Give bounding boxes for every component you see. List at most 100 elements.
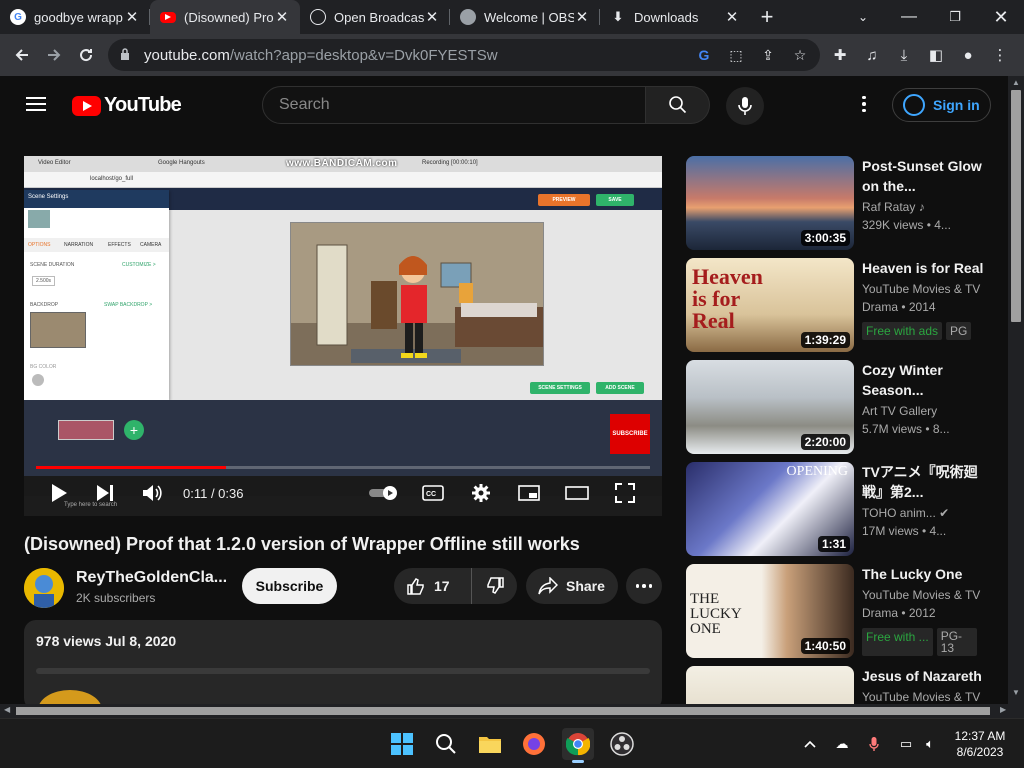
channel-avatar[interactable]	[24, 568, 64, 608]
video-progress-bar[interactable]	[36, 466, 650, 469]
taskbar-search-icon[interactable]	[430, 728, 462, 760]
dislike-button[interactable]	[472, 568, 517, 604]
obs-taskbar-icon[interactable]	[606, 728, 638, 760]
description-box[interactable]: 978 views Jul 8, 2020	[24, 620, 662, 704]
related-channel[interactable]: YouTube Movies & TV	[862, 282, 984, 296]
close-tab-icon[interactable]: ✕	[274, 8, 290, 26]
vertical-scrollbar[interactable]: ▲ ▼	[1008, 76, 1024, 704]
related-video[interactable]: 2:20:00 Cozy Winter Season... Art TV Gal…	[686, 360, 986, 454]
display-icon[interactable]: ▭	[896, 734, 916, 754]
autoplay-toggle[interactable]	[368, 480, 402, 506]
browser-tab-obs[interactable]: Open Broadcast ✕	[300, 0, 450, 34]
play-button[interactable]	[46, 480, 72, 506]
related-title[interactable]: TVアニメ『呪術廻戦』第2...	[862, 462, 984, 502]
share-button[interactable]: Share	[526, 568, 618, 604]
search-box[interactable]	[262, 86, 646, 124]
browser-tab-disowned[interactable]: (Disowned) Pro ✕	[150, 0, 300, 34]
channel-name[interactable]: ReyTheGoldenCla...	[76, 569, 226, 587]
search-button[interactable]	[646, 86, 710, 124]
address-bar[interactable]: youtube.com/watch?app=desktop&v=Dvk0FYES…	[108, 39, 820, 71]
video-thumbnail[interactable]: 2:20:00	[686, 360, 854, 454]
close-tab-icon[interactable]: ✕	[424, 8, 440, 26]
media-controls-icon[interactable]: ♫	[860, 39, 884, 71]
close-tab-icon[interactable]: ✕	[124, 8, 140, 26]
next-button[interactable]	[92, 480, 118, 506]
related-title[interactable]: Cozy Winter Season...	[862, 360, 984, 400]
voice-search-button[interactable]	[726, 87, 764, 125]
sign-in-button[interactable]: Sign in	[892, 88, 991, 122]
speaker-icon[interactable]: 🔈︎	[920, 734, 940, 754]
scroll-left-arrow-icon[interactable]: ◀	[4, 705, 10, 714]
browser-tab-downloads[interactable]: ⬇ Downloads ✕	[600, 0, 750, 34]
close-tab-icon[interactable]: ✕	[574, 8, 590, 26]
related-video[interactable]: Heaven is for Real 1:39:29 Heaven is for…	[686, 258, 986, 352]
back-button[interactable]	[6, 39, 38, 71]
miniplayer-button[interactable]	[516, 480, 542, 506]
new-tab-button[interactable]: +	[750, 0, 784, 34]
scroll-right-arrow-icon[interactable]: ▶	[1000, 705, 1006, 714]
microphone-tray-icon[interactable]	[864, 734, 884, 754]
menu-icon[interactable]	[26, 97, 46, 111]
downloads-icon[interactable]: ⤓	[892, 39, 916, 71]
network-off-icon[interactable]: ☁	[832, 734, 852, 754]
tab-search-icon[interactable]: ⌄	[840, 0, 886, 34]
video-thumbnail[interactable]: 3:00:35	[686, 156, 854, 250]
side-panel-icon[interactable]: ◧	[924, 39, 948, 71]
scroll-down-arrow-icon[interactable]: ▼	[1012, 688, 1020, 697]
search-input[interactable]	[279, 96, 645, 114]
forward-button[interactable]	[38, 39, 70, 71]
related-video[interactable]: OPENING 1:31 TVアニメ『呪術廻戦』第2... TOHO anim.…	[686, 462, 986, 556]
volume-button[interactable]	[139, 480, 165, 506]
related-title[interactable]: The Lucky One	[862, 564, 984, 584]
captions-button[interactable]: CC	[420, 480, 446, 506]
google-lens-icon[interactable]: G	[694, 45, 714, 65]
firefox-icon[interactable]	[518, 728, 550, 760]
related-title[interactable]: Heaven is for Real	[862, 258, 984, 278]
scroll-up-arrow-icon[interactable]: ▲	[1012, 78, 1020, 87]
bookmark-star-icon[interactable]: ☆	[790, 45, 810, 65]
related-video[interactable]: 3:00:35 Post-Sunset Glow on the... Raf R…	[686, 156, 986, 250]
chrome-menu-icon[interactable]: ⋮	[988, 39, 1012, 71]
file-explorer-icon[interactable]	[474, 728, 506, 760]
like-button[interactable]: 17	[394, 568, 472, 604]
fullscreen-button[interactable]	[612, 480, 638, 506]
chrome-icon[interactable]	[562, 728, 594, 763]
related-channel[interactable]: YouTube Movies & TV	[862, 588, 984, 602]
settings-button[interactable]	[468, 480, 494, 506]
system-clock[interactable]: 12:37 AM 8/6/2023	[948, 728, 1012, 760]
close-tab-icon[interactable]: ✕	[724, 8, 740, 26]
video-player[interactable]: Video Editor Google Hangouts Recording […	[24, 156, 662, 516]
extensions-icon[interactable]: ✚	[828, 39, 852, 71]
related-title[interactable]: Jesus of Nazareth	[862, 666, 984, 686]
share-icon[interactable]: ⇪	[758, 45, 778, 65]
youtube-logo[interactable]: YouTube	[72, 94, 182, 117]
related-channel[interactable]: YouTube Movies & TV	[862, 690, 984, 704]
related-video[interactable]: THE LUCKY ONE 1:40:50 The Lucky One YouT…	[686, 564, 986, 658]
install-app-icon[interactable]: ⬚	[726, 45, 746, 65]
browser-tab-goodbye[interactable]: G goodbye wrapp ✕	[0, 0, 150, 34]
profile-icon[interactable]: ●	[956, 39, 980, 71]
minimize-button[interactable]: —	[886, 0, 932, 34]
related-channel[interactable]: TOHO anim... ✔	[862, 506, 984, 520]
related-video[interactable]: Jesus of Nazareth YouTube Movies & TV	[686, 666, 986, 704]
restore-button[interactable]: ❐	[932, 0, 978, 34]
subscribe-button[interactable]: Subscribe	[242, 568, 337, 604]
video-thumbnail[interactable]: THE LUCKY ONE 1:40:50	[686, 564, 854, 658]
scrollbar-thumb[interactable]	[1011, 90, 1021, 322]
scrollbar-thumb[interactable]	[16, 707, 990, 715]
theater-mode-button[interactable]	[564, 480, 590, 506]
related-title[interactable]: Post-Sunset Glow on the...	[862, 156, 984, 196]
lock-icon[interactable]	[120, 47, 134, 63]
video-thumbnail[interactable]	[686, 666, 854, 704]
related-channel[interactable]: Raf Ratay ♪	[862, 200, 984, 214]
horizontal-scrollbar[interactable]: ◀ ▶	[0, 704, 1024, 718]
close-window-button[interactable]: ✕	[978, 0, 1024, 34]
reload-button[interactable]	[70, 39, 102, 71]
related-channel[interactable]: Art TV Gallery	[862, 404, 984, 418]
windows-start-icon[interactable]	[386, 728, 418, 760]
settings-more-icon[interactable]	[852, 92, 876, 116]
browser-tab-welcome-obs[interactable]: Welcome | OBS ✕	[450, 0, 600, 34]
video-thumbnail[interactable]: Heaven is for Real 1:39:29	[686, 258, 854, 352]
video-thumbnail[interactable]: OPENING 1:31	[686, 462, 854, 556]
show-hidden-icons-icon[interactable]	[800, 734, 820, 754]
